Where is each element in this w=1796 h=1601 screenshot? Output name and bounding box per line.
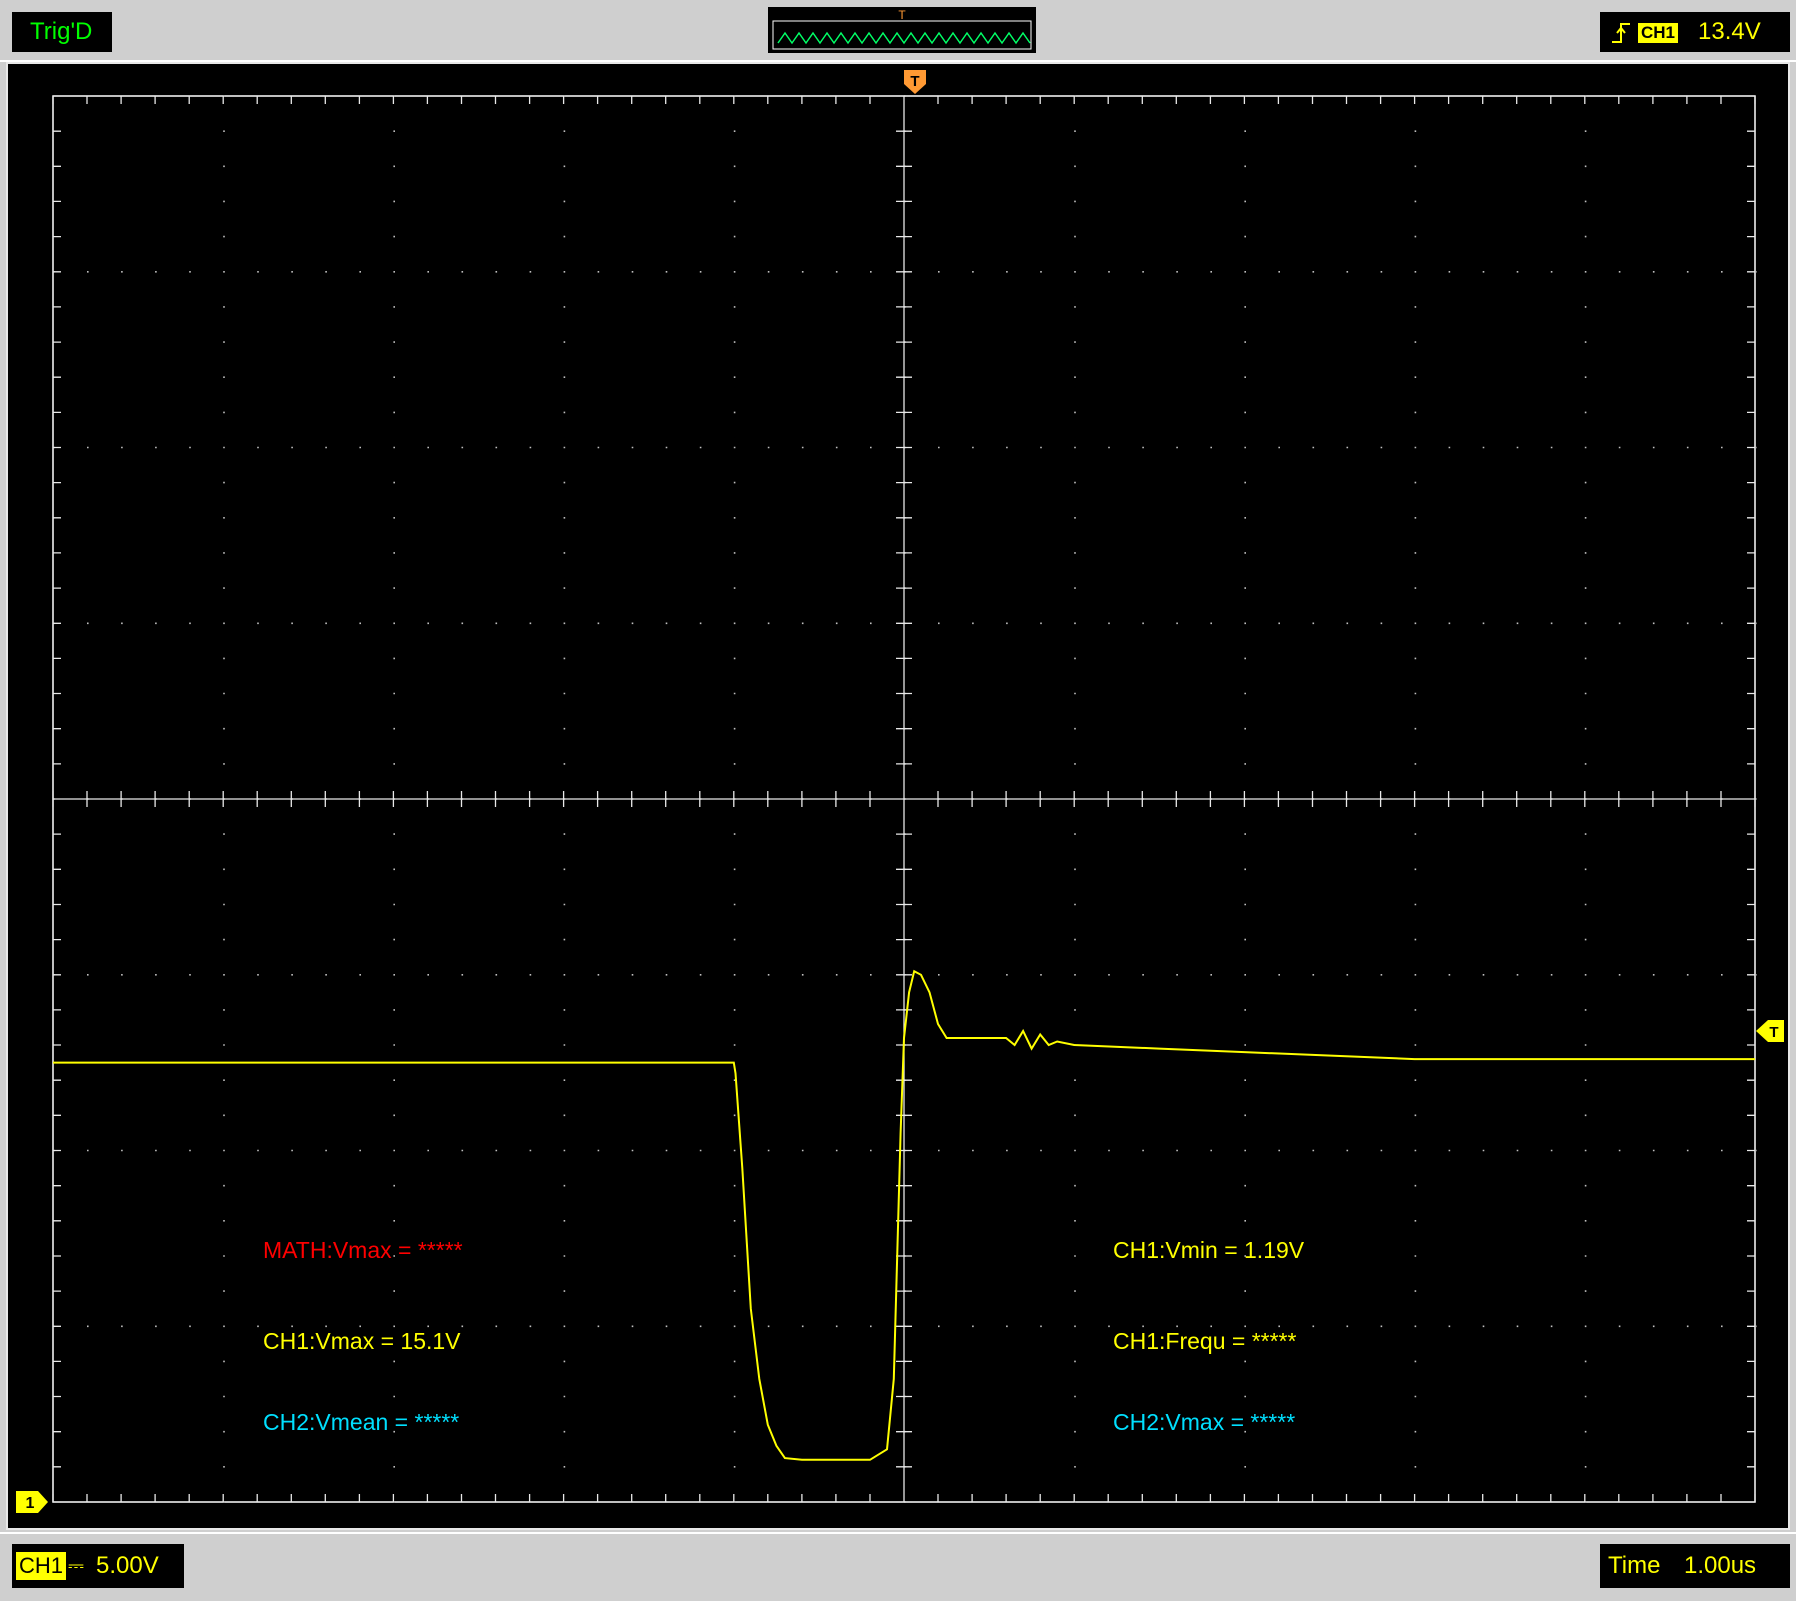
trigger-level: 13.4V [1698, 18, 1761, 45]
rising-edge-icon [1612, 23, 1630, 43]
measurement-math-vmax: MATH:Vmax = ***** [263, 1237, 463, 1263]
measurement-ch1-vmax: CH1:Vmax = 15.1V [263, 1328, 461, 1354]
ch1-ground-marker[interactable]: 1 [16, 1491, 48, 1513]
waveform-display[interactable]: T T 1 MATH:Vmax = ***** CH1:Vmax = 15.1V… [6, 62, 1790, 1530]
measurement-ch1-frequ: CH1:Frequ = ***** [1113, 1328, 1297, 1354]
ch1-scale-indicator[interactable]: CH1 ⎓ 5.00V [12, 1544, 184, 1588]
scope-graticule: T T 1 [16, 70, 1784, 1513]
measurement-ch2-vmean: CH2:Vmean = ***** [263, 1409, 460, 1435]
trigger-status: Trig'D [12, 12, 112, 52]
svg-text:T: T [1769, 1024, 1778, 1041]
measurement-ch2-vmax: CH2:Vmax = ***** [1113, 1409, 1296, 1435]
svg-text:1: 1 [26, 1495, 35, 1512]
top-status-bar: Trig'D T CH1 13.4V [0, 0, 1796, 62]
memory-trigger-marker: T [898, 8, 906, 22]
ch1-volts-per-div: 5.00V [96, 1552, 159, 1579]
trigger-position-marker[interactable]: T [904, 70, 926, 94]
measurement-ch1-vmin: CH1:Vmin = 1.19V [1113, 1237, 1305, 1263]
timebase-value: 1.00us [1684, 1552, 1757, 1579]
trigger-level-marker[interactable]: T [1756, 1019, 1784, 1042]
bottom-status-bar: CH1 ⎓ 5.00V Time 1.00us [0, 1532, 1796, 1601]
memory-position-bar[interactable]: T [768, 7, 1036, 53]
memory-waveform-icon: T [772, 8, 1032, 50]
oscilloscope-window: Trig'D T CH1 13.4V T T 1 MATH:Vmax = ***… [0, 0, 1796, 1601]
trigger-info[interactable]: CH1 13.4V [1600, 12, 1790, 52]
trigger-status-text: Trig'D [30, 18, 93, 45]
timebase-label: Time [1608, 1552, 1661, 1579]
trigger-source: CH1 [1638, 23, 1679, 43]
svg-text:T: T [910, 73, 919, 90]
timebase-indicator[interactable]: Time 1.00us [1600, 1544, 1790, 1588]
dc-coupling-icon: ⎓ [68, 1555, 84, 1577]
ch1-label: CH1 [16, 1552, 67, 1580]
